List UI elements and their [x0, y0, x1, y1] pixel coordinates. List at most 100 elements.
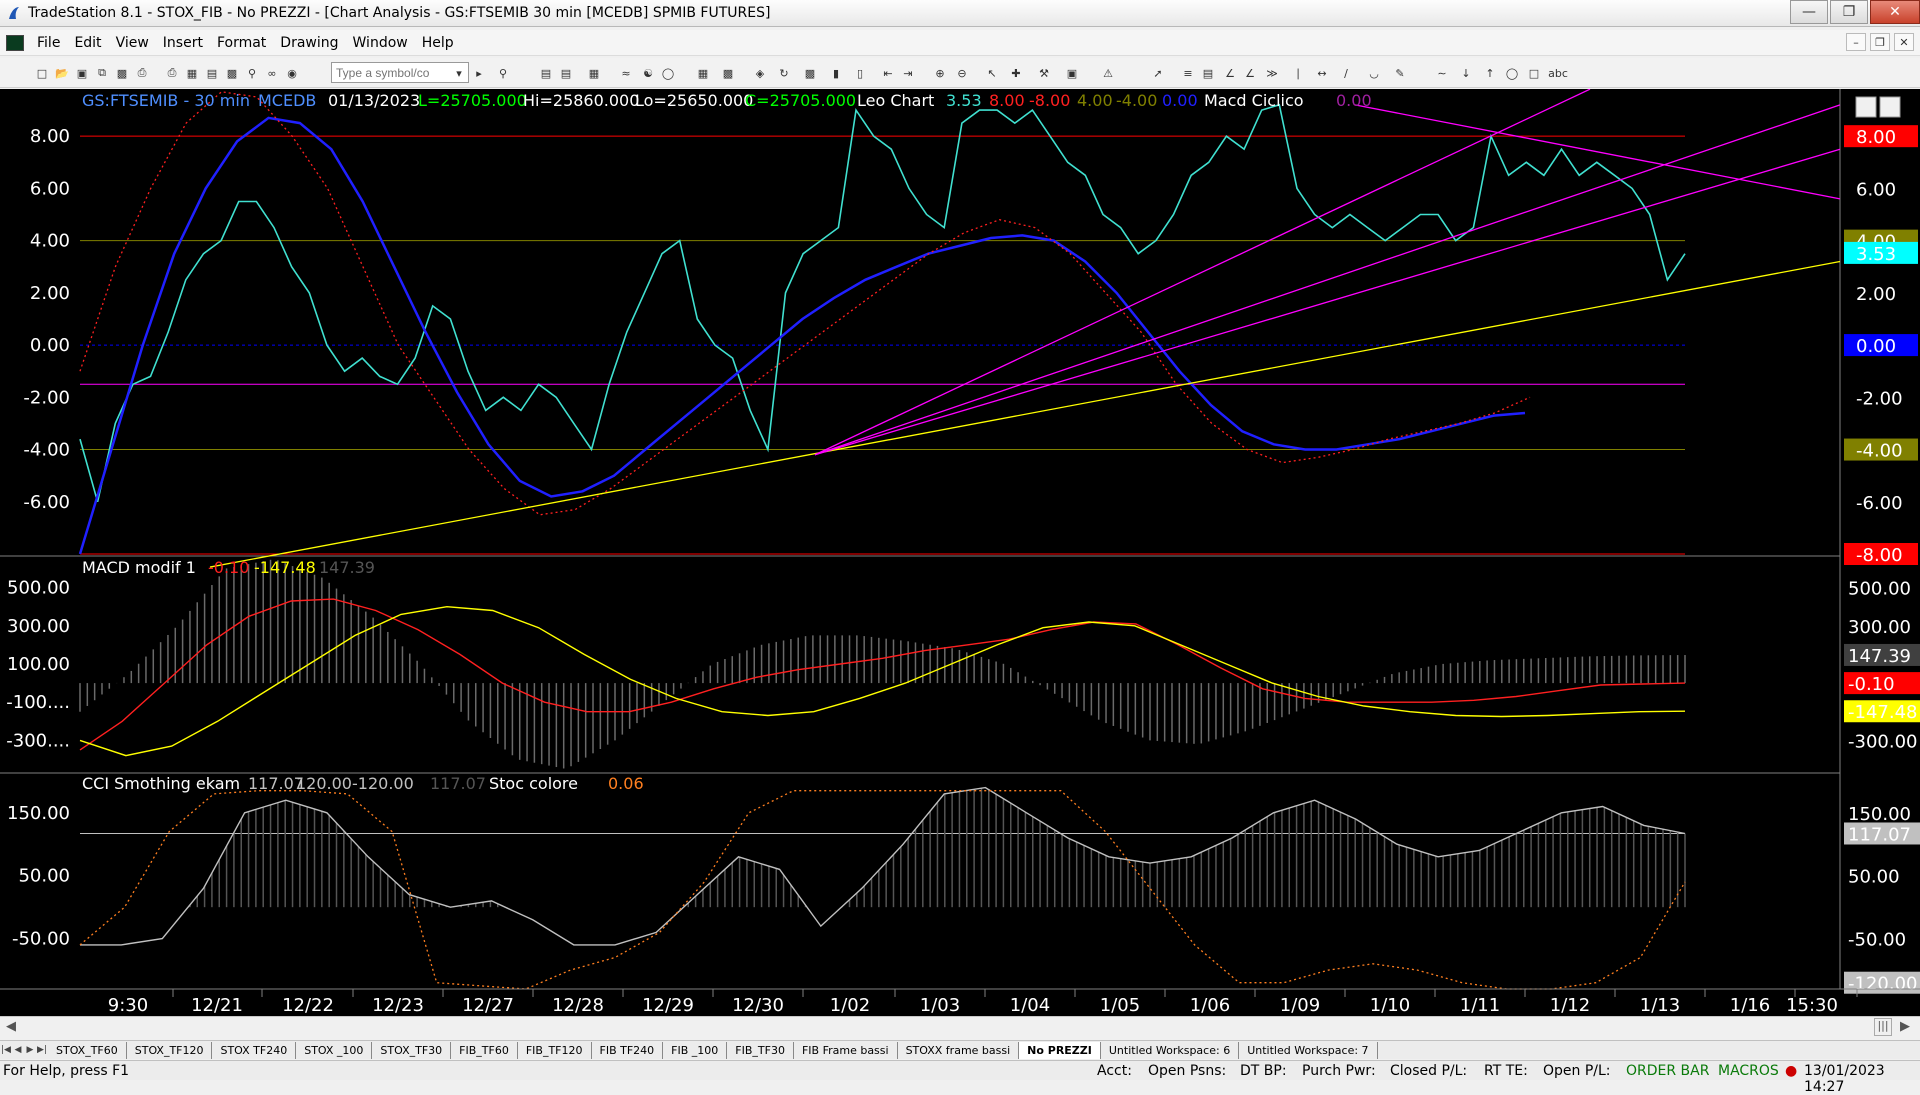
lock-icon[interactable]: ⚲	[244, 65, 260, 81]
maximize-button[interactable]: ❐	[1830, 0, 1868, 24]
tab-fib-tf60[interactable]: FIB_TF60	[451, 1041, 518, 1059]
scroll-right-icon[interactable]: ⇥	[900, 65, 916, 81]
zoom-out-icon[interactable]: ⊖	[954, 65, 970, 81]
symbol-input[interactable]	[331, 62, 469, 83]
tab-untitled-workspace-7[interactable]: Untitled Workspace: 7	[1239, 1041, 1378, 1059]
mdi-minimize-button[interactable]: –	[1846, 33, 1866, 51]
format-window-icon[interactable]: ▤	[538, 65, 554, 81]
arrow-both-icon[interactable]: ↔	[1314, 65, 1330, 81]
tab-fib-tf240[interactable]: FIB TF240	[592, 1041, 664, 1059]
save-icon[interactable]: ▣	[74, 65, 90, 81]
menu-format[interactable]: Format	[210, 35, 273, 51]
alert-icon[interactable]: ⚠	[1100, 65, 1116, 81]
chart-window-icon[interactable]: ▦	[184, 65, 200, 81]
tab-prev-icon[interactable]: ◀	[12, 1045, 24, 1055]
tab-stox-tf240[interactable]: STOX TF240	[212, 1041, 297, 1059]
tab-first-icon[interactable]: |◀	[0, 1045, 12, 1055]
tab-fib-100[interactable]: FIB _100	[663, 1041, 728, 1059]
data-window-icon[interactable]: ▦	[586, 65, 602, 81]
tab-next-icon[interactable]: ▶	[24, 1045, 36, 1055]
candles-icon[interactable]: ▯	[852, 65, 868, 81]
horizontal-scrollbar[interactable]: ◀ ||| ▶	[0, 1016, 1920, 1039]
close-button[interactable]: ✕	[1870, 0, 1920, 24]
radar-icon[interactable]: ▤	[204, 65, 220, 81]
trendline-icon[interactable]: ➚	[1150, 65, 1166, 81]
new-icon[interactable]: □	[34, 65, 50, 81]
title-bar: TradeStation 8.1 - STOX_FIB - No PREZZI …	[0, 0, 1920, 27]
tools-icon[interactable]: ⚒	[1036, 65, 1052, 81]
bars-icon[interactable]: ▮	[828, 65, 844, 81]
tab-fib-tf120[interactable]: FIB_TF120	[518, 1041, 592, 1059]
chart-area[interactable]: 8.00 6.00 4.00 2.00 0.00 -2.00 -4.00 -6.00 8.00 6…	[0, 89, 1920, 1024]
menu-file[interactable]: File	[30, 35, 67, 51]
arc-icon[interactable]: ◡	[1366, 65, 1382, 81]
menu-insert[interactable]: Insert	[156, 35, 210, 51]
scroll-thumb[interactable]: |||	[1874, 1018, 1892, 1036]
regression-icon[interactable]: ∣	[1290, 65, 1306, 81]
crosshair-icon[interactable]: ✚	[1008, 65, 1024, 81]
pointer-icon[interactable]: ↖	[984, 65, 1000, 81]
globe-icon[interactable]: ◉	[284, 65, 300, 81]
channel-icon[interactable]: ▤	[1200, 65, 1216, 81]
paste-icon[interactable]: ▩	[114, 65, 130, 81]
chart-type-icon[interactable]: ▩	[802, 65, 818, 81]
arrow-down-icon[interactable]: ↓	[1458, 65, 1474, 81]
format-symbol-icon[interactable]: ▤	[558, 65, 574, 81]
menu-view[interactable]: View	[109, 35, 156, 51]
chart-canvas[interactable]: 8.00 6.00 4.00 2.00 0.00 -2.00 -4.00 -6.00 8.00 6…	[0, 89, 1920, 1016]
order-bar-button[interactable]: ORDER BAR	[1626, 1063, 1709, 1079]
scroll-left-arrow-icon[interactable]: ◀	[6, 1019, 16, 1034]
tab-stox-tf60[interactable]: STOX_TF60	[48, 1041, 127, 1059]
tab-stoxx-frame-bassi[interactable]: STOXX frame bassi	[898, 1041, 1020, 1059]
ellipse-icon[interactable]: ◯	[1504, 65, 1520, 81]
play-icon[interactable]: ▸	[471, 65, 487, 81]
analysis-icon[interactable]: ≈	[618, 65, 634, 81]
chart-document-icon[interactable]	[6, 34, 24, 51]
pencil-icon[interactable]: ✎	[1392, 65, 1408, 81]
tab-untitled-workspace-6[interactable]: Untitled Workspace: 6	[1101, 1041, 1240, 1059]
zoom-in-icon[interactable]: ⊕	[932, 65, 948, 81]
matrix-icon[interactable]: ▩	[224, 65, 240, 81]
tab-stox-tf30[interactable]: STOX_TF30	[372, 1041, 452, 1059]
panel1-right-badge-label: 3.53	[1856, 244, 1896, 265]
menu-help[interactable]: Help	[415, 35, 461, 51]
macros-button[interactable]: MACROS	[1718, 1063, 1779, 1079]
tab-stox-100[interactable]: STOX _100	[296, 1041, 373, 1059]
menu-window[interactable]: Window	[346, 35, 415, 51]
tab-stox-tf120[interactable]: STOX_TF120	[127, 1041, 213, 1059]
gann-icon[interactable]: ∠	[1222, 65, 1238, 81]
tab-last-icon[interactable]: ▶|	[36, 1045, 48, 1055]
text-icon[interactable]: abc	[1548, 65, 1568, 81]
scroll-left-icon[interactable]: ⇤	[880, 65, 896, 81]
mdi-close-button[interactable]: ✕	[1894, 33, 1914, 51]
refresh-icon[interactable]: ↻	[776, 65, 792, 81]
menu-drawing[interactable]: Drawing	[273, 35, 345, 51]
minimize-button[interactable]: —	[1790, 0, 1828, 24]
speed-line-icon[interactable]: ∠	[1242, 65, 1258, 81]
tab-no-prezzi[interactable]: No PREZZI	[1019, 1041, 1101, 1059]
open-icon[interactable]: 📂	[54, 65, 70, 81]
tab-fib-frame-bassi[interactable]: FIB Frame bassi	[794, 1041, 898, 1059]
menu-edit[interactable]: Edit	[67, 35, 108, 51]
strategy-icon[interactable]: ☯	[640, 65, 656, 81]
symbol-lookup-icon[interactable]: ⚲	[495, 65, 511, 81]
workspace-icon[interactable]: ▦	[695, 65, 711, 81]
parallel-icon[interactable]: ∕	[1338, 65, 1354, 81]
andrews-icon[interactable]: ≫	[1264, 65, 1280, 81]
scan-icon[interactable]: ◯	[660, 65, 676, 81]
fib-icon[interactable]: ≡	[1180, 65, 1196, 81]
hub-icon[interactable]: ◈	[752, 65, 768, 81]
layout-icon[interactable]: ▩	[720, 65, 736, 81]
arrow-up-icon[interactable]: ↑	[1482, 65, 1498, 81]
rectangle-icon[interactable]: □	[1526, 65, 1542, 81]
print-preview-icon[interactable]: ⎙	[164, 65, 180, 81]
symbol-dropdown-icon[interactable]: ▾	[451, 65, 467, 81]
scroll-right-arrow-icon[interactable]: ▶	[1900, 1019, 1910, 1034]
curve-icon[interactable]: ∼	[1434, 65, 1450, 81]
mdi-restore-button[interactable]: ❐	[1870, 33, 1890, 51]
link-icon[interactable]: ∞	[264, 65, 280, 81]
copy-icon[interactable]: ⧉	[94, 65, 110, 81]
object-icon[interactable]: ▣	[1064, 65, 1080, 81]
tab-fib-tf30[interactable]: FIB_TF30	[727, 1041, 794, 1059]
print-icon[interactable]: ⎙	[134, 65, 150, 81]
